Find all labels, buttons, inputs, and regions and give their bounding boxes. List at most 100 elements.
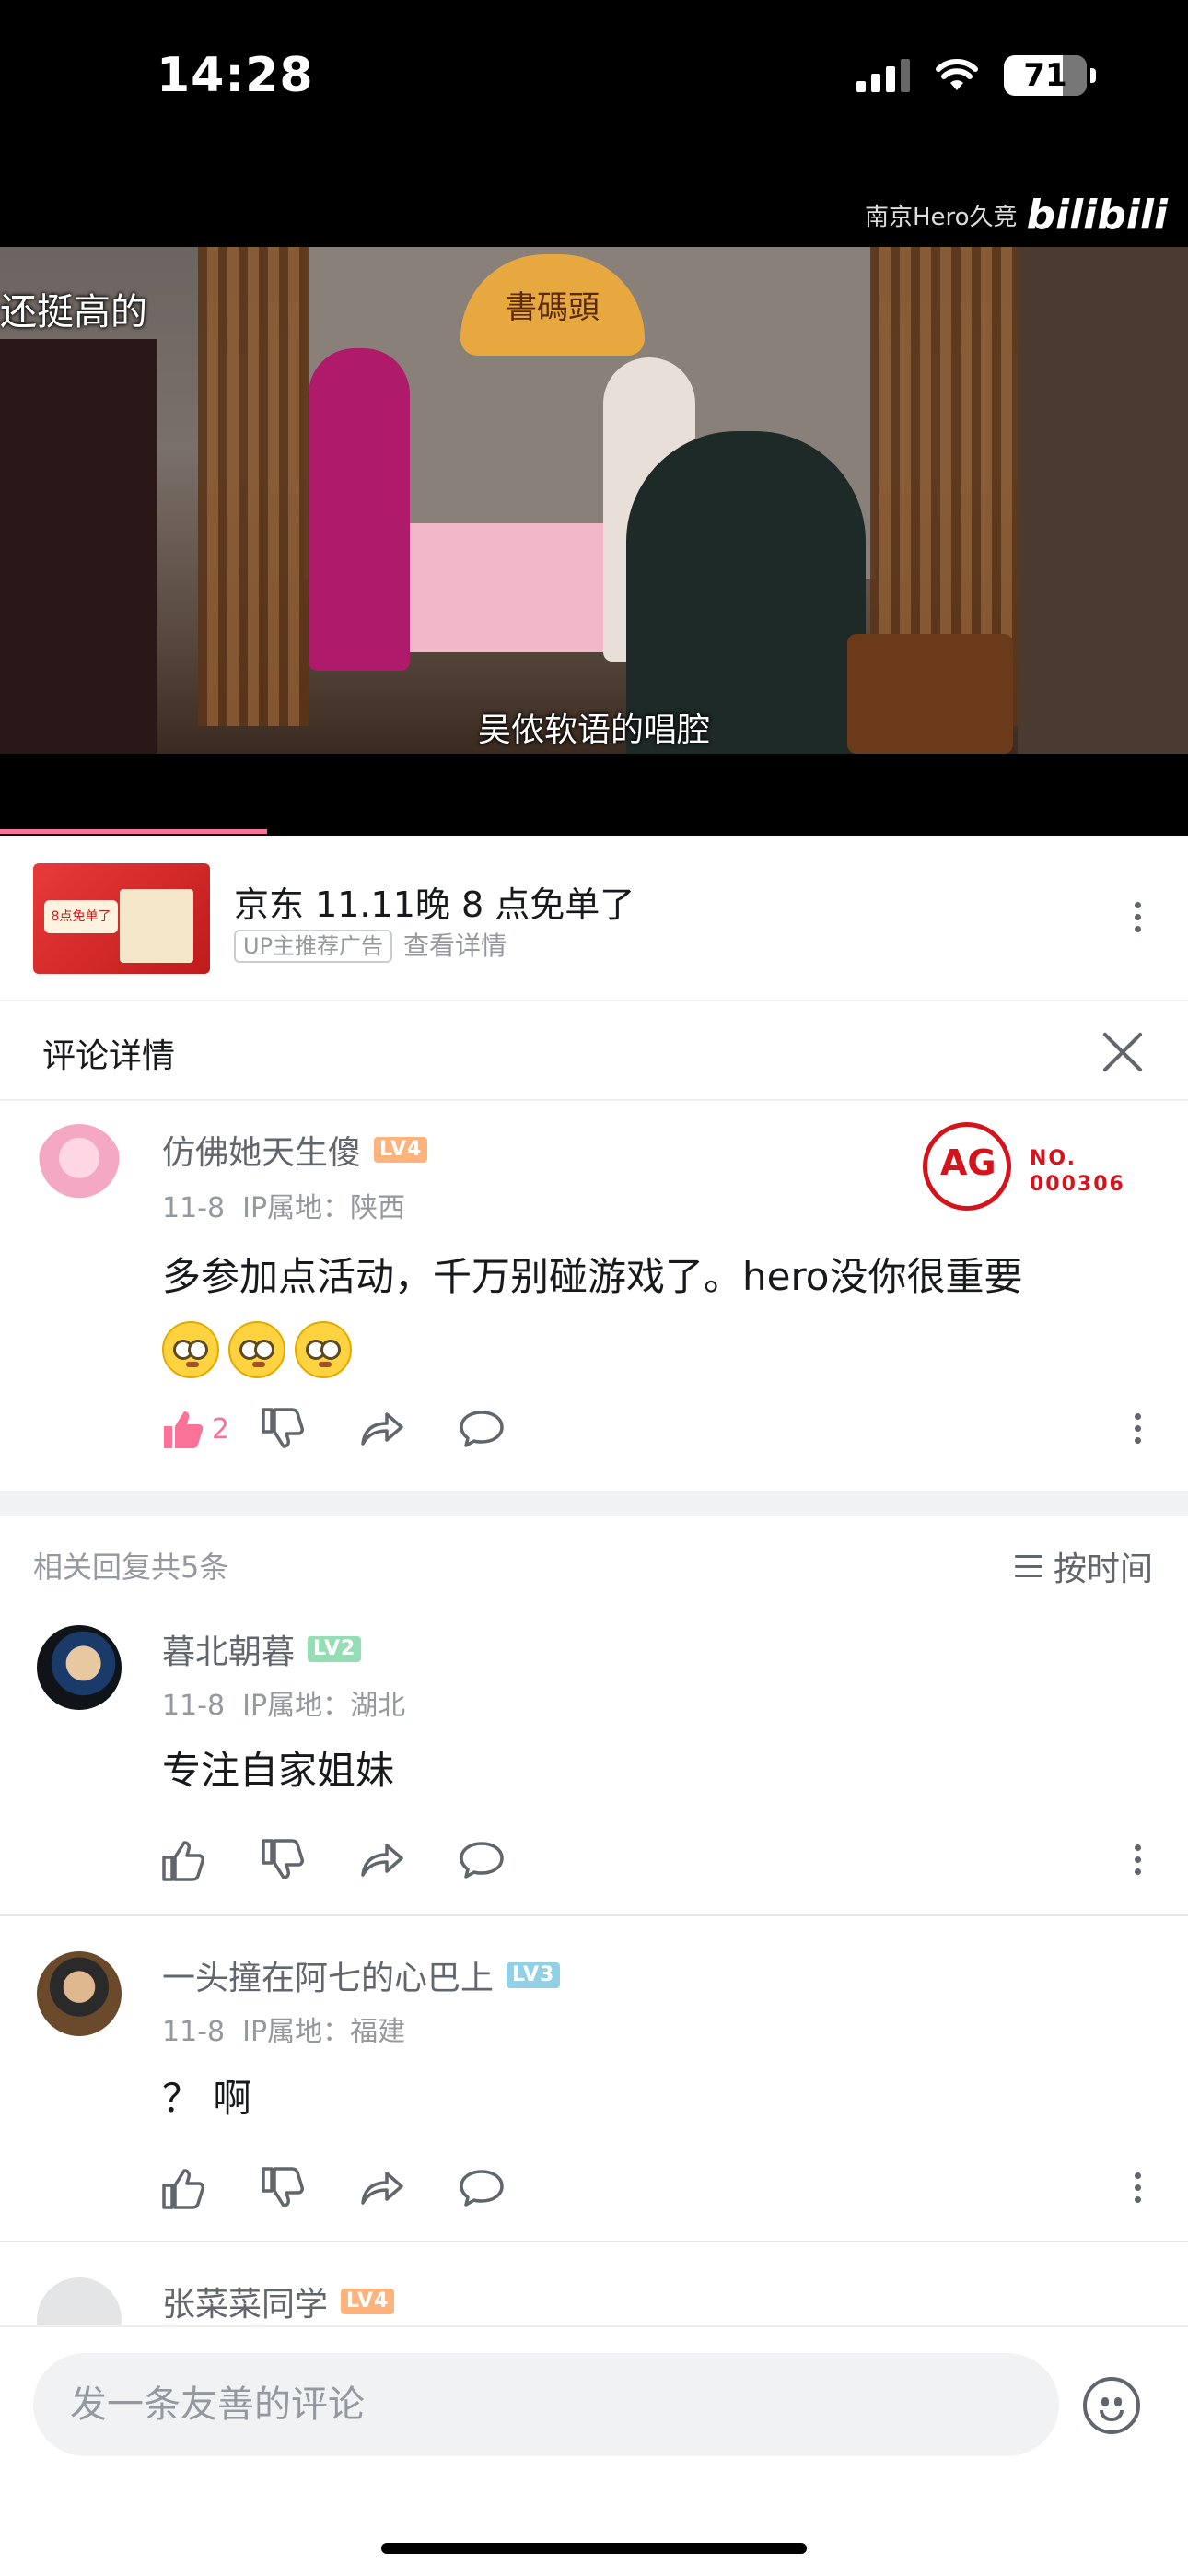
- wooden-lattice-left: [198, 247, 309, 726]
- emoji-icon[interactable]: [1083, 2377, 1140, 2434]
- avatar[interactable]: [37, 1951, 122, 2036]
- level-badge: LV2: [308, 1636, 362, 1662]
- ad-detail-link[interactable]: 查看详情: [403, 930, 507, 963]
- reply-username[interactable]: 一头撞在阿七的心巴上 LV3: [162, 1951, 561, 1999]
- like-button[interactable]: 2: [160, 1406, 260, 1452]
- reply-actions: [160, 1837, 558, 1883]
- comment-more-icon[interactable]: [1133, 1413, 1142, 1444]
- badge-number: 000306: [1030, 1173, 1125, 1196]
- dislike-button[interactable]: [260, 1837, 359, 1883]
- comment-bubble-icon: [460, 1411, 504, 1447]
- comment-date: 11-8: [162, 1192, 226, 1224]
- share-icon: [361, 2172, 403, 2205]
- wifi-icon: [936, 59, 978, 90]
- reply-ip: IP属地：福建: [242, 2016, 406, 2048]
- username-text[interactable]: 仿佛她天生傻: [162, 1126, 361, 1174]
- share-icon: [361, 1844, 403, 1877]
- comment-detail-title: 评论详情: [42, 1037, 176, 1075]
- subtitle-bottom: 吴侬软语的唱腔: [477, 711, 710, 749]
- level-badge: LV3: [507, 1962, 561, 1988]
- watermark-channel: 南京Hero久竞: [864, 204, 1018, 231]
- reply-username[interactable]: 暮北朝暮 LV2: [162, 1625, 362, 1673]
- status-time: 14:28: [157, 48, 314, 103]
- ad-banner[interactable]: 8点免单了 京东 11.11晚 8 点免单了 UP主推荐广告 查看详情: [0, 836, 1188, 1001]
- sort-label[interactable]: 按时间: [1054, 1542, 1153, 1590]
- like-button[interactable]: [160, 2165, 260, 2211]
- dislike-button[interactable]: [260, 2165, 359, 2211]
- thumbs-down-icon: [262, 2167, 304, 2207]
- comment-input[interactable]: 发一条友善的评论: [33, 2353, 1059, 2456]
- divider: [0, 2241, 1188, 2242]
- dizzy-emoji-icon: [295, 1320, 352, 1378]
- ad-more-icon[interactable]: [1133, 902, 1142, 932]
- thumbs-up-icon: [162, 1841, 204, 1881]
- share-button[interactable]: [359, 2165, 459, 2211]
- battery-level: 71: [1023, 57, 1067, 94]
- level-badge: LV4: [341, 2289, 395, 2314]
- tea-table: [396, 523, 617, 652]
- reply-date: 11-8: [162, 1690, 226, 1722]
- share-icon: [361, 1412, 403, 1446]
- video-progress-bar[interactable]: [0, 829, 267, 834]
- status-icons: 71: [856, 55, 1096, 96]
- home-indicator[interactable]: [381, 2543, 807, 2554]
- cellular-signal-icon: [856, 59, 910, 92]
- share-button[interactable]: [359, 1406, 459, 1452]
- sort-button[interactable]: 按时间: [1014, 1542, 1153, 1590]
- reply-meta: 11-8 IP属地：福建: [162, 2008, 405, 2049]
- divider: [0, 1914, 1188, 1916]
- battery-icon: 71: [1004, 55, 1096, 96]
- video-frame[interactable]: 書碼頭: [0, 247, 1188, 754]
- dizzy-emoji-icon: [162, 1320, 219, 1378]
- reply-more-icon[interactable]: [1133, 1844, 1142, 1875]
- avatar[interactable]: [37, 1625, 122, 1710]
- reply-button[interactable]: [459, 1406, 558, 1452]
- comment-username[interactable]: 仿佛她天生傻 LV4: [162, 1126, 428, 1174]
- reply-meta: 11-8 IP属地：湖北: [162, 1682, 405, 1723]
- close-icon[interactable]: [1101, 1031, 1144, 1073]
- ad-thumb-text: 8点免单了: [44, 900, 118, 933]
- comment-ip: IP属地：陕西: [242, 1192, 406, 1224]
- comment-text: 多参加点活动，千万别碰游戏了。hero没你很重要: [162, 1242, 1138, 1382]
- subtitle-top: 还挺高的: [0, 291, 147, 334]
- ad-tag: UP主推荐广告: [234, 930, 393, 963]
- reply-date: 11-8: [162, 2016, 226, 2048]
- emoji-row: [162, 1312, 1138, 1382]
- like-count: 2: [212, 1412, 230, 1446]
- username-text[interactable]: 一头撞在阿七的心巴上: [162, 1951, 494, 1999]
- share-button[interactable]: [359, 1837, 459, 1883]
- level-badge: LV4: [374, 1137, 428, 1163]
- reply-button[interactable]: [459, 1837, 558, 1883]
- reply-ip: IP属地：湖北: [242, 1690, 406, 1722]
- thumbs-down-icon: [262, 1408, 304, 1448]
- reply-actions: [160, 2165, 558, 2211]
- reply-username[interactable]: 张菜菜同学 LV4: [162, 2277, 395, 2325]
- ad-title[interactable]: 京东 11.11晚 8 点免单了: [234, 876, 635, 927]
- comment-bubble-icon: [460, 1842, 504, 1879]
- thumbs-up-icon: [162, 2169, 204, 2209]
- comment-actions: 2: [160, 1406, 558, 1452]
- dizzy-emoji-icon: [228, 1320, 285, 1378]
- section-gap: [0, 1491, 1188, 1516]
- thumbs-down-icon: [262, 1839, 304, 1879]
- avatar[interactable]: [37, 1124, 122, 1209]
- comment-body: 多参加点活动，千万别碰游戏了。hero没你很重要: [162, 1254, 1023, 1299]
- thumbs-up-icon: [164, 1411, 204, 1448]
- replies-count: 相关回复共5条: [33, 1550, 229, 1585]
- fan-badge-number: NO. 000306: [1030, 1146, 1125, 1198]
- ad-thumbnail[interactable]: 8点免单了: [33, 863, 210, 974]
- like-button[interactable]: [160, 1837, 260, 1883]
- comment-meta: 11-8 IP属地：陕西: [162, 1185, 405, 1225]
- fan-badge-icon: AG: [923, 1122, 1011, 1211]
- comment-bubble-icon: [460, 2170, 504, 2207]
- reply-more-icon[interactable]: [1133, 2172, 1142, 2203]
- sort-icon: [1014, 1555, 1042, 1577]
- reply-text: 专注自家姐妹: [162, 1748, 395, 1793]
- performer-pink: [309, 348, 410, 671]
- username-text[interactable]: 暮北朝暮: [162, 1625, 295, 1673]
- username-text[interactable]: 张菜菜同学: [162, 2277, 328, 2325]
- comment-detail-header: 评论详情: [0, 1003, 1188, 1101]
- video-watermark: 南京Hero久竞 bilibili: [865, 192, 1168, 239]
- reply-button[interactable]: [459, 2165, 558, 2211]
- dislike-button[interactable]: [260, 1406, 359, 1452]
